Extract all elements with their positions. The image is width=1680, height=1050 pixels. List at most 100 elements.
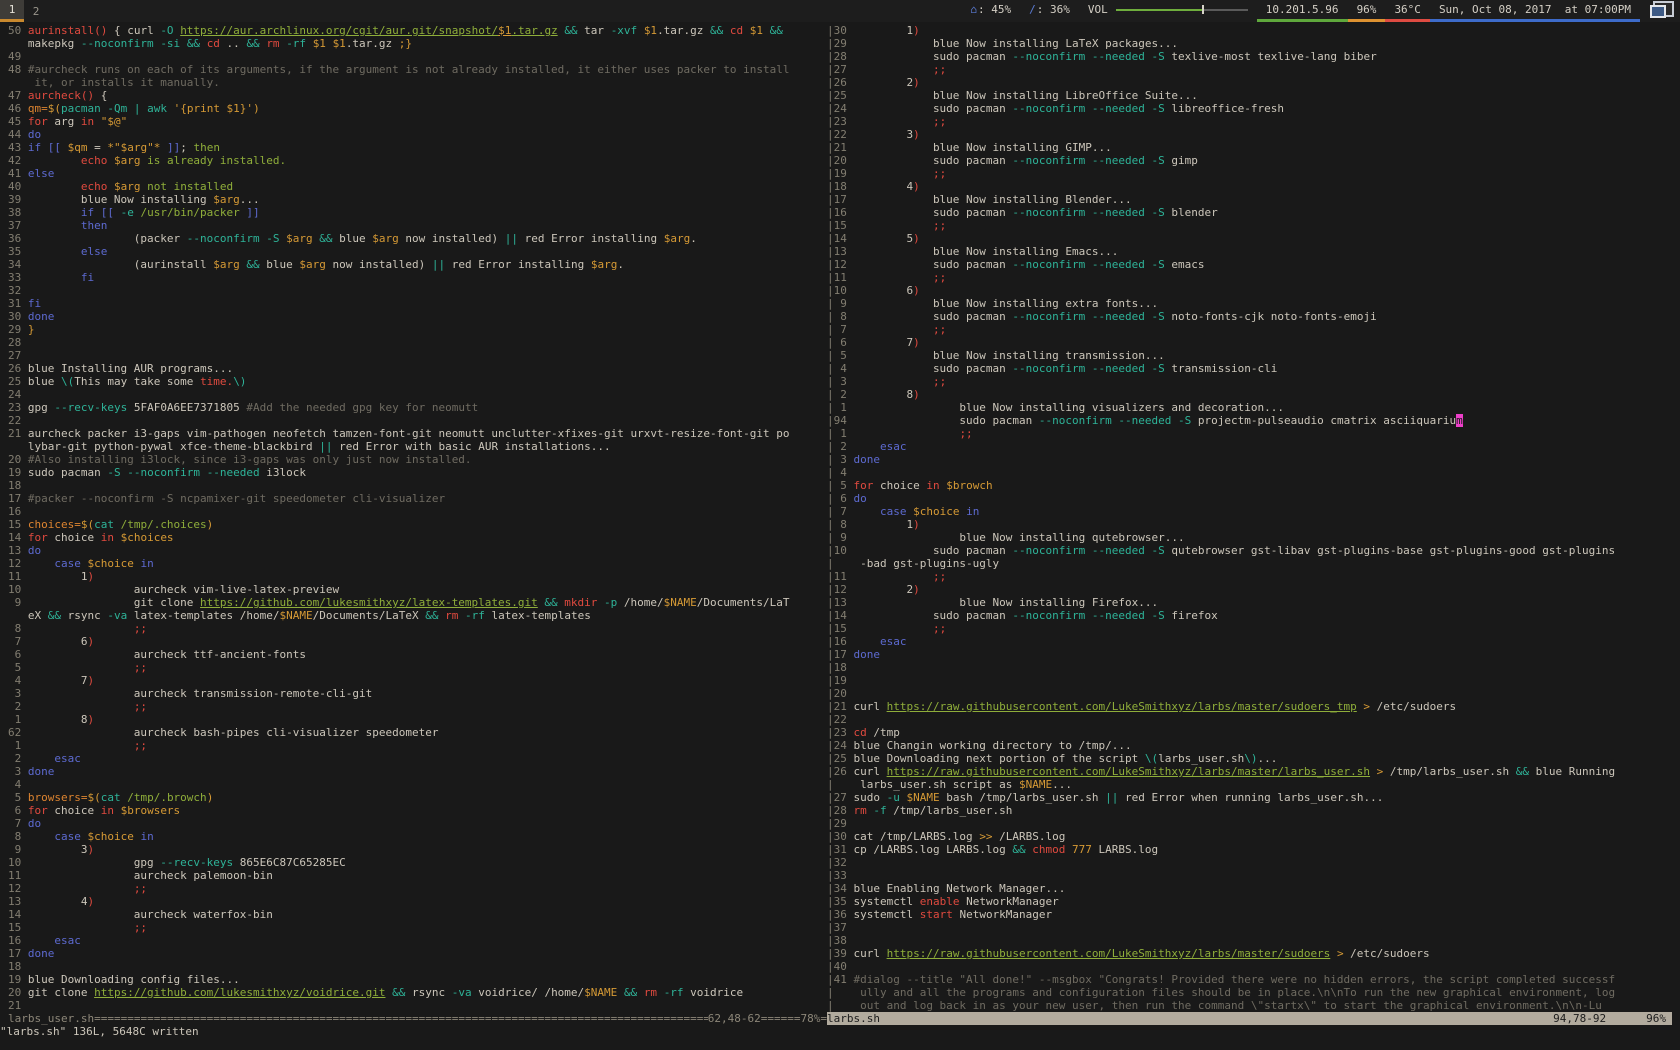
split-separator[interactable]: | [827,700,834,713]
split-separator[interactable]: | [827,778,834,791]
split-separator[interactable]: | [827,414,834,427]
split-separator[interactable]: | [827,856,834,869]
split-separator[interactable]: | [827,531,834,544]
module-disk-home[interactable]: ⌂: 45% [961,0,1020,22]
split-separator[interactable]: | [827,622,834,635]
split-separator[interactable]: | [827,635,834,648]
code-line: 12 ;; [8,882,827,895]
split-separator[interactable]: | [827,817,834,830]
split-separator[interactable]: | [827,752,834,765]
split-separator[interactable]: | [827,245,834,258]
split-separator[interactable]: | [827,661,834,674]
code-line: 1 8) [8,713,827,726]
module-battery[interactable]: 96% [1348,0,1386,22]
split-separator[interactable]: | [827,362,834,375]
split-separator[interactable]: | [827,557,834,570]
split-separator[interactable]: | [827,466,834,479]
module-datetime[interactable]: Sun, Oct 08, 2017 at 07:00PM [1430,0,1640,22]
split-separator[interactable]: | [827,258,834,271]
split-separator[interactable]: | [827,232,834,245]
workspace-button-1[interactable]: 1 [0,0,24,22]
code-text: aurcheck ttf-ancient-fonts [28,648,306,661]
split-separator[interactable]: | [827,570,834,583]
split-separator[interactable]: | [827,726,834,739]
split-separator[interactable]: | [827,453,834,466]
code-line: 6 aurcheck ttf-ancient-fonts [8,648,827,661]
split-separator[interactable]: | [827,869,834,882]
split-separator[interactable]: | [827,180,834,193]
split-separator[interactable]: | [827,284,834,297]
split-separator[interactable]: | [827,947,834,960]
module-ip[interactable]: 10.201.5.96 [1257,0,1348,22]
editor-pane-left[interactable]: 50aurinstall() { curl -O https://aur.arc… [0,24,827,1025]
split-separator[interactable]: | [827,427,834,440]
volume-slider[interactable] [1116,5,1248,14]
split-separator[interactable]: | [827,609,834,622]
code-text: #aurcheck runs on each of its arguments,… [28,63,790,76]
module-temperature[interactable]: 36°C [1385,0,1430,22]
editor-pane-right[interactable]: |30 1)|29 blue Now installing LaTeX pack… [827,24,1680,1025]
split-separator[interactable]: | [827,596,834,609]
split-separator[interactable]: | [827,765,834,778]
split-separator[interactable]: | [827,154,834,167]
split-separator[interactable]: | [827,544,834,557]
module-disk-root[interactable]: /: 36% [1020,0,1079,22]
split-separator[interactable]: | [827,492,834,505]
split-separator[interactable]: | [827,76,834,89]
split-separator[interactable]: | [827,934,834,947]
split-separator[interactable]: | [827,648,834,661]
split-separator[interactable]: | [827,739,834,752]
display-icon[interactable] [1650,1,1674,22]
split-separator[interactable]: | [827,401,834,414]
split-separator[interactable]: | [827,193,834,206]
split-separator[interactable]: | [827,115,834,128]
code-text: case $choice in [28,557,154,570]
split-separator[interactable]: | [827,921,834,934]
split-separator[interactable]: | [827,219,834,232]
code-text: #dialog --title "All done!" --msgbox "Co… [853,973,1615,986]
code-line: |17done [827,648,1680,661]
split-separator[interactable]: | [827,895,834,908]
split-separator[interactable]: | [827,882,834,895]
split-separator[interactable]: | [827,102,834,115]
split-separator[interactable]: | [827,310,834,323]
line-number: 10 [8,583,21,596]
split-separator[interactable]: | [827,24,834,37]
split-separator[interactable]: | [827,167,834,180]
split-separator[interactable]: | [827,843,834,856]
split-separator[interactable]: | [827,986,834,999]
split-separator[interactable]: | [827,323,834,336]
split-separator[interactable]: | [827,50,834,63]
split-separator[interactable]: | [827,141,834,154]
split-separator[interactable]: | [827,336,834,349]
split-separator[interactable]: | [827,89,834,102]
code-text: 2) [853,583,919,596]
split-separator[interactable]: | [827,375,834,388]
split-separator[interactable]: | [827,908,834,921]
split-separator[interactable]: | [827,674,834,687]
split-separator[interactable]: | [827,973,834,986]
split-separator[interactable]: | [827,128,834,141]
split-separator[interactable]: | [827,63,834,76]
split-separator[interactable]: | [827,804,834,817]
split-separator[interactable]: | [827,271,834,284]
split-separator[interactable]: | [827,37,834,50]
split-separator[interactable]: | [827,518,834,531]
split-separator[interactable]: | [827,583,834,596]
split-separator[interactable]: | [827,830,834,843]
split-separator[interactable]: | [827,206,834,219]
line-number: 41 [8,167,21,180]
split-separator[interactable]: | [827,349,834,362]
split-separator[interactable]: | [827,388,834,401]
split-separator[interactable]: | [827,297,834,310]
module-volume[interactable]: VOL [1079,0,1257,22]
split-separator[interactable]: | [827,505,834,518]
split-separator[interactable]: | [827,960,834,973]
workspace-button-2[interactable]: 2 [24,0,48,22]
split-separator[interactable]: | [827,687,834,700]
split-separator[interactable]: | [827,999,834,1012]
split-separator[interactable]: | [827,713,834,726]
split-separator[interactable]: | [827,791,834,804]
split-separator[interactable]: | [827,479,834,492]
split-separator[interactable]: | [827,440,834,453]
